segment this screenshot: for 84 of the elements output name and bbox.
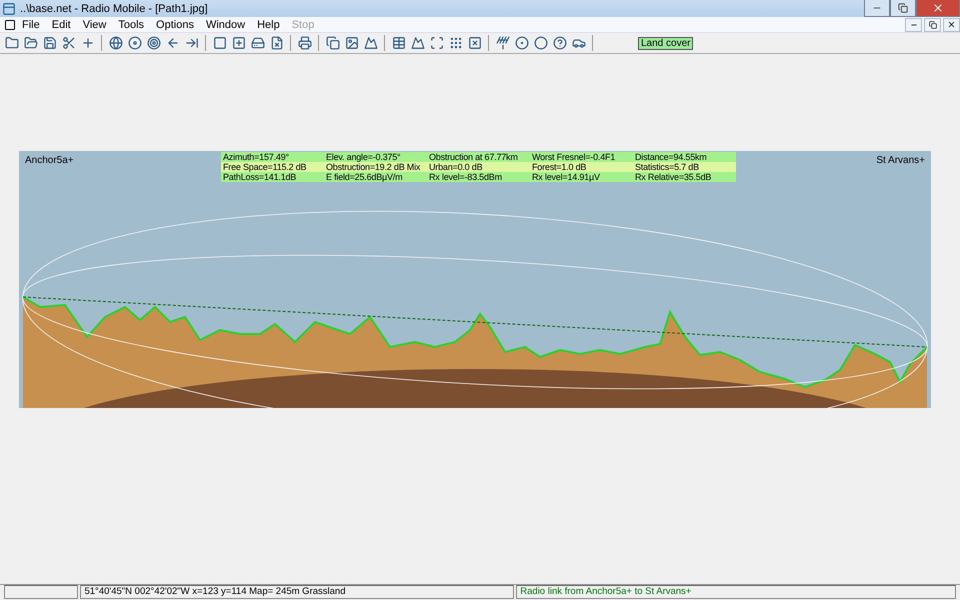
toolbar-button[interactable] — [428, 34, 445, 52]
land-cover-button[interactable]: Land cover — [638, 36, 694, 50]
help-icon — [552, 36, 566, 50]
info-cell: Azimuth=157.49° — [221, 152, 324, 162]
scissors-icon — [62, 36, 76, 50]
circle-icon — [534, 36, 548, 50]
menu-item[interactable]: Tools — [112, 18, 150, 30]
globe-icon — [108, 36, 122, 50]
toolbar-button[interactable] — [145, 34, 162, 52]
plus-icon — [80, 36, 94, 50]
toolbar-button[interactable] — [409, 34, 426, 52]
save-icon — [42, 36, 56, 50]
toolbar-button[interactable] — [343, 34, 360, 52]
toolbar-button[interactable] — [494, 34, 511, 52]
status-message: Radio link from Anchor5a+ to St Arvans+ — [516, 585, 956, 599]
arrow-right-icon — [184, 36, 198, 50]
new-window-icon — [232, 36, 246, 50]
toolbar-button[interactable] — [532, 34, 549, 52]
printer-icon — [298, 36, 312, 50]
mountain-icon — [364, 36, 378, 50]
arrow-left-icon — [166, 36, 180, 50]
copy-icon — [326, 36, 340, 50]
toolbar-button[interactable] — [390, 34, 407, 52]
window-icon — [212, 36, 226, 50]
toolbar-button[interactable] — [60, 34, 77, 52]
disc-icon — [128, 36, 142, 50]
scan-icon — [430, 36, 444, 50]
info-cell: Urban=0.0 dB — [427, 162, 530, 172]
target-icon — [146, 36, 160, 50]
restore-icon — [928, 20, 936, 28]
menu-item[interactable]: Options — [150, 18, 200, 30]
info-cell: Free Space=115.2 dB — [221, 162, 324, 172]
menu-item[interactable]: Help — [251, 18, 286, 30]
info-cell: Obstruction=19.2 dB Mix — [324, 162, 427, 172]
toolbar-button[interactable] — [41, 34, 58, 52]
document-x-icon — [270, 36, 284, 50]
info-cell: E field=25.6dBµV/m — [324, 172, 427, 182]
info-cell: Elev. angle=-0.375° — [324, 152, 427, 162]
menu-item[interactable]: Edit — [46, 18, 77, 30]
document-icon — [4, 18, 16, 30]
menu-item[interactable]: Window — [200, 18, 252, 30]
status-coordinates: 51°40'45"N 002°42'02"W x=123 y=114 Map= 245m Grassland — [80, 585, 514, 599]
toolbar-button[interactable] — [107, 34, 124, 52]
toolbar-button[interactable] — [126, 34, 143, 52]
dots-icon — [448, 36, 462, 50]
circle-dot-icon — [514, 36, 528, 50]
toolbar-button[interactable] — [211, 34, 228, 52]
site-label: Anchor5a+ — [24, 154, 75, 168]
close-icon — [947, 20, 956, 29]
table-icon — [392, 36, 406, 50]
antenna-icon — [496, 36, 510, 50]
info-cell: Rx Relative=35.5dB — [633, 172, 736, 182]
toolbar-button[interactable] — [513, 34, 530, 52]
app-icon — [2, 2, 16, 16]
close-icon — [932, 2, 944, 14]
info-cell: Rx level=-83.5dBm — [427, 172, 530, 182]
toolbar-button[interactable] — [551, 34, 568, 52]
folder-icon — [4, 36, 18, 50]
toolbar-button[interactable] — [324, 34, 341, 52]
info-cell: Worst Fresnel=-0.4F1 — [530, 152, 633, 162]
menu-item[interactable]: View — [76, 18, 112, 30]
info-cell: Obstruction at 67.77km — [427, 152, 530, 162]
info-cell: Statistics=5.7 dB — [633, 162, 736, 172]
restore-icon — [898, 3, 908, 13]
toolbar-button[interactable] — [230, 34, 247, 52]
mountain-icon — [410, 36, 424, 50]
close-button[interactable] — [943, 18, 960, 32]
restore-button[interactable] — [924, 18, 941, 32]
open-folder-icon — [24, 36, 38, 50]
info-cell: Rx level=14.91µV — [530, 172, 633, 182]
picture-icon — [344, 36, 358, 50]
menu-item[interactable]: File — [16, 18, 46, 30]
toolbar-button[interactable] — [3, 34, 20, 52]
minimize-button[interactable] — [905, 18, 922, 32]
toolbar-button[interactable] — [362, 34, 379, 52]
info-cell: PathLoss=141.1dB — [221, 172, 324, 182]
info-cell: Forest=1.0 dB — [530, 162, 633, 172]
window-title: ..\base.net - Radio Mobile - [Path1.jpg] — [20, 2, 209, 14]
square-x-icon — [468, 36, 482, 50]
toolbar-button[interactable] — [296, 34, 313, 52]
site-label: St Arvans+ — [875, 154, 926, 168]
info-cell: Distance=94.55km — [633, 152, 736, 162]
maximize-button[interactable] — [890, 0, 916, 17]
toolbar-button[interactable] — [466, 34, 483, 52]
